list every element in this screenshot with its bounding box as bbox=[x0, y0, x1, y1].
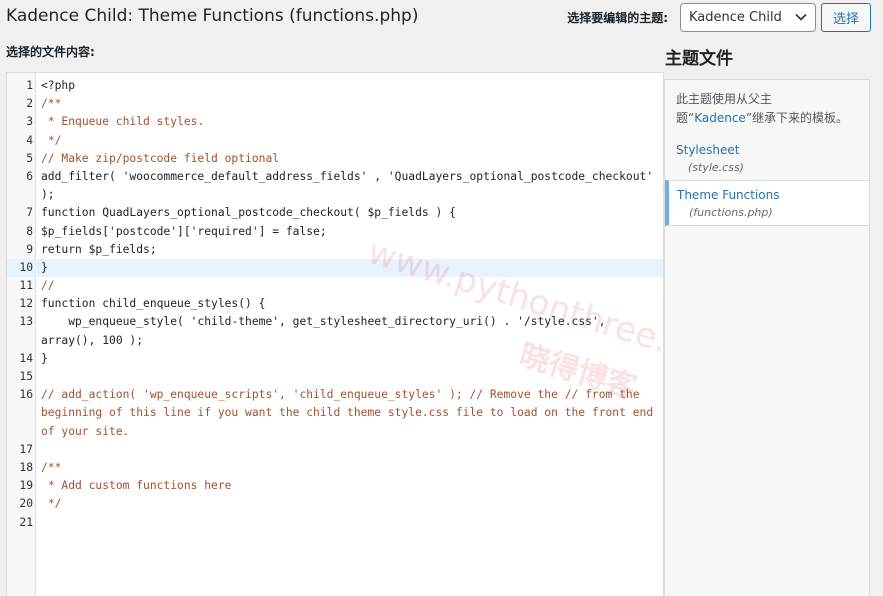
line-number: 12 bbox=[19, 297, 33, 311]
select-theme-button[interactable]: 选择 bbox=[821, 3, 871, 32]
line-code: // bbox=[41, 279, 55, 293]
line-number: 3 bbox=[26, 115, 33, 129]
line-code: function child_enqueue_styles() { bbox=[41, 297, 266, 311]
line-number: 21 bbox=[19, 515, 33, 529]
theme-files-list: 此主题使用从父主题“Kadence”继承下来的模板。 Stylesheet (s… bbox=[664, 79, 870, 596]
code-line[interactable]: 16 // add_action( 'wp_enqueue_scripts', '… bbox=[7, 386, 663, 441]
line-number: 5 bbox=[26, 151, 33, 165]
code-line[interactable]: 20 */ bbox=[7, 495, 663, 513]
code-line[interactable]: 4 */ bbox=[7, 132, 663, 150]
inherit-note-suffix: ”继承下来的模板。 bbox=[745, 111, 849, 125]
line-code: function QuadLayers_optional_postcode_ch… bbox=[41, 206, 456, 220]
page-title: Kadence Child: Theme Functions (function… bbox=[6, 6, 419, 26]
line-number: 20 bbox=[19, 497, 33, 511]
line-code: // Make zip/postcode field optional bbox=[41, 151, 280, 165]
file-path: (style.css) bbox=[688, 161, 744, 174]
code-line[interactable]: 17 bbox=[7, 441, 663, 459]
line-number: 1 bbox=[26, 79, 33, 92]
line-code: * Add custom functions here bbox=[41, 479, 232, 493]
code-line[interactable]: 18 /** bbox=[7, 459, 663, 477]
code-line[interactable]: 10} bbox=[7, 258, 663, 278]
line-number: 17 bbox=[19, 442, 33, 456]
theme-picker-label: 选择要编辑的主题: bbox=[567, 11, 668, 25]
code-lines: 1 <?php 2/** 3 * Enqueue child styles. 4 */5… bbox=[7, 77, 663, 532]
theme-select[interactable]: Kadence Child bbox=[680, 3, 816, 32]
theme-files-sidebar: 主题文件 此主题使用从父主题“Kadence”继承下来的模板。 Styleshe… bbox=[664, 44, 870, 596]
line-code: /** bbox=[41, 461, 62, 474]
line-number: 13 bbox=[19, 315, 33, 329]
line-code: } bbox=[41, 260, 48, 274]
code-line[interactable]: 11 // bbox=[7, 277, 663, 295]
line-code: */ bbox=[41, 133, 62, 147]
line-number: 15 bbox=[19, 370, 33, 384]
code-line[interactable]: 5 // Make zip/postcode field optional bbox=[7, 150, 663, 168]
sidebar-title: 主题文件 bbox=[665, 49, 733, 69]
line-code: /** bbox=[41, 97, 62, 111]
chevron-down-icon bbox=[795, 10, 807, 25]
line-number: 2 bbox=[26, 97, 33, 111]
line-number: 9 bbox=[26, 242, 33, 256]
line-code: $p_fields['postcode']['required'] = fals… bbox=[41, 224, 327, 238]
inherit-note: 此主题使用从父主题“Kadence”继承下来的模板。 bbox=[665, 80, 869, 136]
code-line[interactable]: 7 function QuadLayers_optional_postcode_c… bbox=[7, 204, 663, 222]
line-number: 4 bbox=[26, 133, 33, 147]
line-code: * Enqueue child styles. bbox=[41, 115, 205, 129]
line-number: 14 bbox=[19, 351, 33, 365]
file-path: (functions.php) bbox=[689, 206, 773, 219]
code-line[interactable]: 12 function child_enqueue_styles() { bbox=[7, 295, 663, 313]
code-editor[interactable]: 1 <?php 2/** 3 * Enqueue child styles. 4 */5… bbox=[6, 72, 664, 596]
line-number: 16 bbox=[19, 388, 33, 402]
line-number: 11 bbox=[19, 279, 33, 293]
code-line[interactable]: 14} bbox=[7, 350, 663, 368]
code-line[interactable]: 6 add_filter( 'woocommerce_default_addres… bbox=[7, 168, 663, 204]
line-number: 7 bbox=[26, 206, 33, 220]
code-line[interactable]: 9 return $p_fields; bbox=[7, 241, 663, 259]
line-number: 19 bbox=[19, 479, 33, 493]
code-line[interactable]: 21 bbox=[7, 514, 663, 532]
line-code: } bbox=[41, 351, 48, 365]
line-code: return $p_fields; bbox=[41, 242, 157, 256]
code-line[interactable]: 2 /** bbox=[7, 95, 663, 113]
file-item-stylesheet[interactable]: Stylesheet (style.css) bbox=[665, 136, 869, 180]
file-name[interactable]: Stylesheet bbox=[676, 143, 859, 157]
file-content-label: 选择的文件内容: bbox=[6, 45, 95, 59]
line-number: 10 bbox=[19, 260, 33, 274]
code-line[interactable]: 1 <?php bbox=[7, 77, 663, 95]
code-line[interactable]: 19 * Add custom functions here bbox=[7, 477, 663, 495]
parent-theme-link[interactable]: Kadence bbox=[694, 111, 746, 125]
line-number: 18 bbox=[19, 461, 33, 474]
line-code: add_filter( 'woocommerce_default_address… bbox=[41, 169, 660, 202]
line-code: // add_action( 'wp_enqueue_scripts', 'ch… bbox=[41, 388, 660, 438]
theme-picker: 选择要编辑的主题: Kadence Child 选择 bbox=[567, 3, 871, 32]
line-code: */ bbox=[41, 497, 62, 511]
line-code: wp_enqueue_style( 'child-theme', get_sty… bbox=[41, 315, 613, 347]
theme-select-value: Kadence Child bbox=[689, 10, 782, 25]
line-number: 6 bbox=[26, 169, 33, 183]
line-code: <?php bbox=[41, 79, 76, 92]
file-name[interactable]: Theme Functions bbox=[677, 188, 859, 202]
code-line[interactable]: 15 bbox=[7, 368, 663, 386]
code-line[interactable]: 13 wp_enqueue_style( 'child-theme', get_… bbox=[7, 313, 663, 349]
code-line[interactable]: 3 * Enqueue child styles. bbox=[7, 113, 663, 131]
line-number: 8 bbox=[26, 224, 33, 238]
code-line[interactable]: 8 $p_fields['postcode']['required'] = fal… bbox=[7, 223, 663, 241]
file-item-theme-functions[interactable]: Theme Functions (functions.php) bbox=[665, 180, 869, 226]
